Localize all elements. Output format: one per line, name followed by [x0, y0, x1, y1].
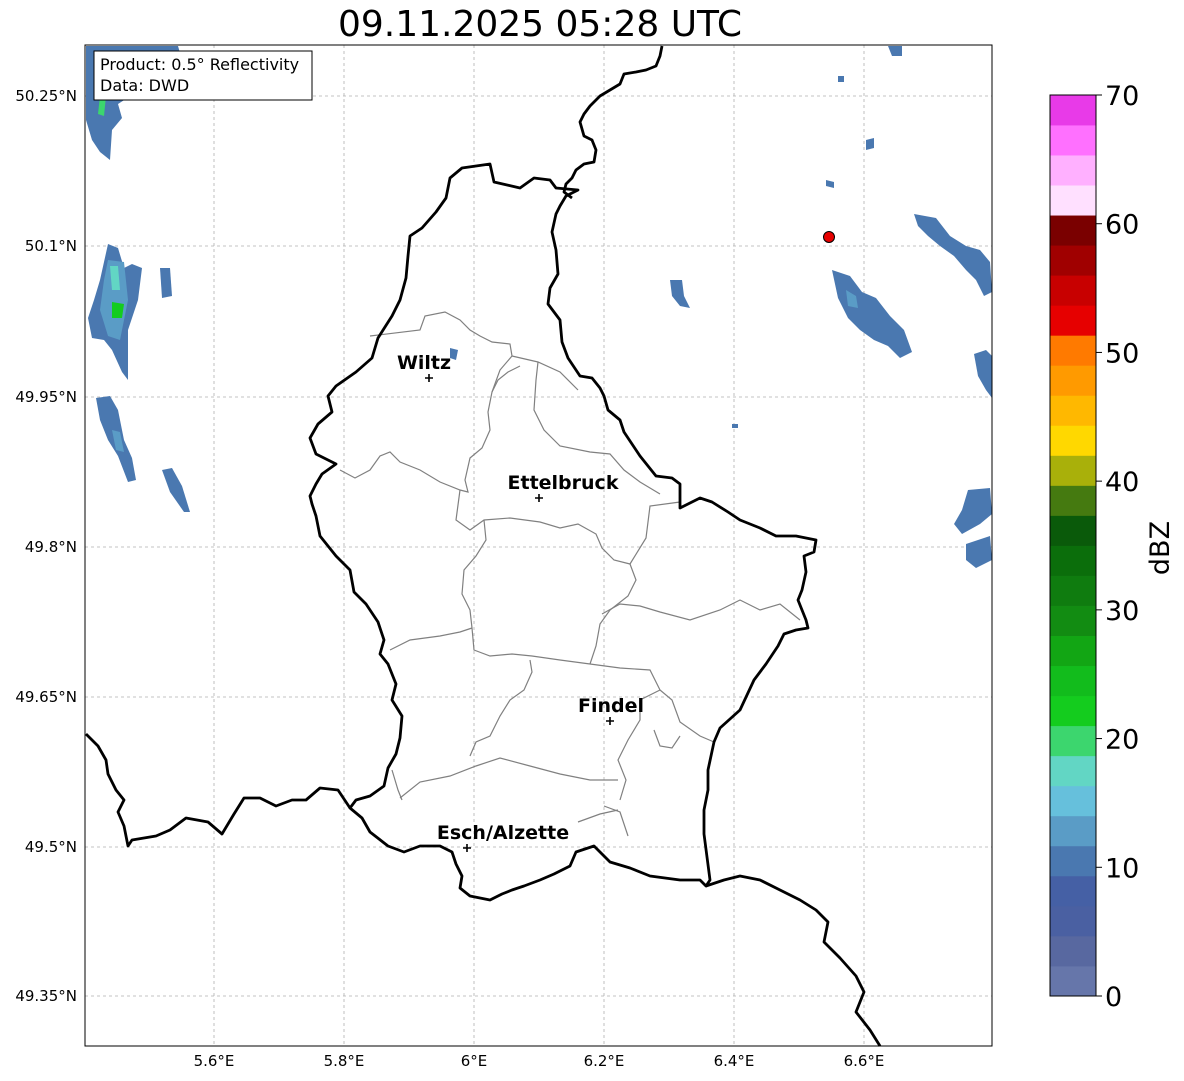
map-frame — [85, 45, 992, 1046]
colorbar-segment — [1050, 935, 1096, 967]
colorbar-segment — [1050, 875, 1096, 907]
colorbar-tick-label: 0 — [1105, 982, 1122, 1013]
lat-tick-label: 50.1°N — [25, 237, 77, 255]
lon-tick-label: 6.2°E — [584, 1052, 625, 1070]
echo-cluster — [112, 302, 124, 318]
colorbar-segment — [1050, 965, 1096, 997]
colorbar-segment — [1050, 245, 1096, 276]
source-label: Data: DWD — [100, 76, 189, 95]
colorbar-segment — [1050, 635, 1096, 667]
echo-cluster — [732, 424, 738, 428]
lon-tick-label: 5.6°E — [194, 1052, 235, 1070]
colorbar-segment — [1050, 545, 1096, 576]
lat-tick-labels: 50.25°N 50.1°N 49.95°N 49.8°N 49.65°N 49… — [15, 87, 77, 1005]
colorbar-tick-label: 10 — [1105, 853, 1139, 884]
lat-tick-label: 50.25°N — [15, 87, 77, 105]
colorbar-segment — [1050, 755, 1096, 787]
colorbar-segment — [1050, 575, 1096, 606]
colorbar-segment — [1050, 425, 1096, 456]
colorbar-segment — [1050, 395, 1096, 426]
colorbar-tick-label: 50 — [1105, 338, 1139, 369]
echo-cluster — [866, 138, 874, 150]
colorbar-segment — [1050, 95, 1096, 126]
colorbar-tick-label: 20 — [1105, 725, 1139, 756]
colorbar-segment — [1050, 695, 1096, 727]
lat-tick-label: 49.8°N — [25, 538, 77, 556]
echo-cluster — [160, 268, 172, 298]
lon-tick-label: 6°E — [461, 1052, 488, 1070]
lon-tick-label: 6.4°E — [714, 1052, 755, 1070]
colorbar-segment — [1050, 365, 1096, 396]
radar-site-marker — [823, 231, 835, 243]
colorbar-segment — [1050, 215, 1096, 246]
colorbar-segment — [1050, 125, 1096, 156]
colorbar-segment — [1050, 335, 1096, 366]
colorbar-segment — [1050, 305, 1096, 336]
colorbar — [1049, 94, 1097, 997]
colorbar-tick-label: 60 — [1105, 210, 1139, 241]
colorbar-segment — [1050, 455, 1096, 486]
colorbar-ticks: 0 10 20 30 40 50 60 70 — [1096, 81, 1139, 1013]
info-box: Product: 0.5° Reflectivity Data: DWD — [93, 50, 313, 101]
city-label: Ettelbruck — [508, 472, 619, 494]
lat-tick-label: 49.5°N — [25, 838, 77, 856]
colorbar-segment — [1050, 275, 1096, 306]
colorbar-segment — [1050, 815, 1096, 847]
colorbar-title: dBZ — [1145, 521, 1176, 575]
product-label: Product: 0.5° Reflectivity — [100, 55, 299, 74]
colorbar-segment — [1050, 605, 1096, 636]
colorbar-segment — [1050, 665, 1096, 697]
lat-tick-label: 49.65°N — [15, 688, 77, 706]
colorbar-segment — [1050, 155, 1096, 186]
lon-tick-label: 5.8°E — [324, 1052, 365, 1070]
colorbar-tick-label: 40 — [1105, 467, 1139, 498]
echo-cluster — [838, 76, 844, 82]
colorbar-tick-label: 70 — [1105, 81, 1139, 112]
city-label: Esch/Alzette — [437, 822, 569, 844]
lat-tick-label: 49.35°N — [15, 987, 77, 1005]
colorbar-segment — [1050, 725, 1096, 757]
lon-tick-label: 6.6°E — [844, 1052, 885, 1070]
colorbar-segment — [1050, 905, 1096, 937]
colorbar-tick-label: 30 — [1105, 596, 1139, 627]
colorbar-segment — [1050, 515, 1096, 546]
colorbar-segment — [1050, 845, 1096, 877]
colorbar-segment — [1050, 485, 1096, 516]
radar-map: Wiltz Ettelbruck Findel Esch/Alzette Pro… — [15, 44, 1176, 1070]
lat-tick-label: 49.95°N — [15, 388, 77, 406]
city-label: Wiltz — [397, 352, 451, 374]
colorbar-segment — [1050, 185, 1096, 216]
colorbar-segment — [1050, 785, 1096, 817]
city-label: Findel — [578, 695, 644, 717]
lon-tick-labels: 5.6°E 5.8°E 6°E 6.2°E 6.4°E 6.6°E — [194, 1052, 885, 1070]
